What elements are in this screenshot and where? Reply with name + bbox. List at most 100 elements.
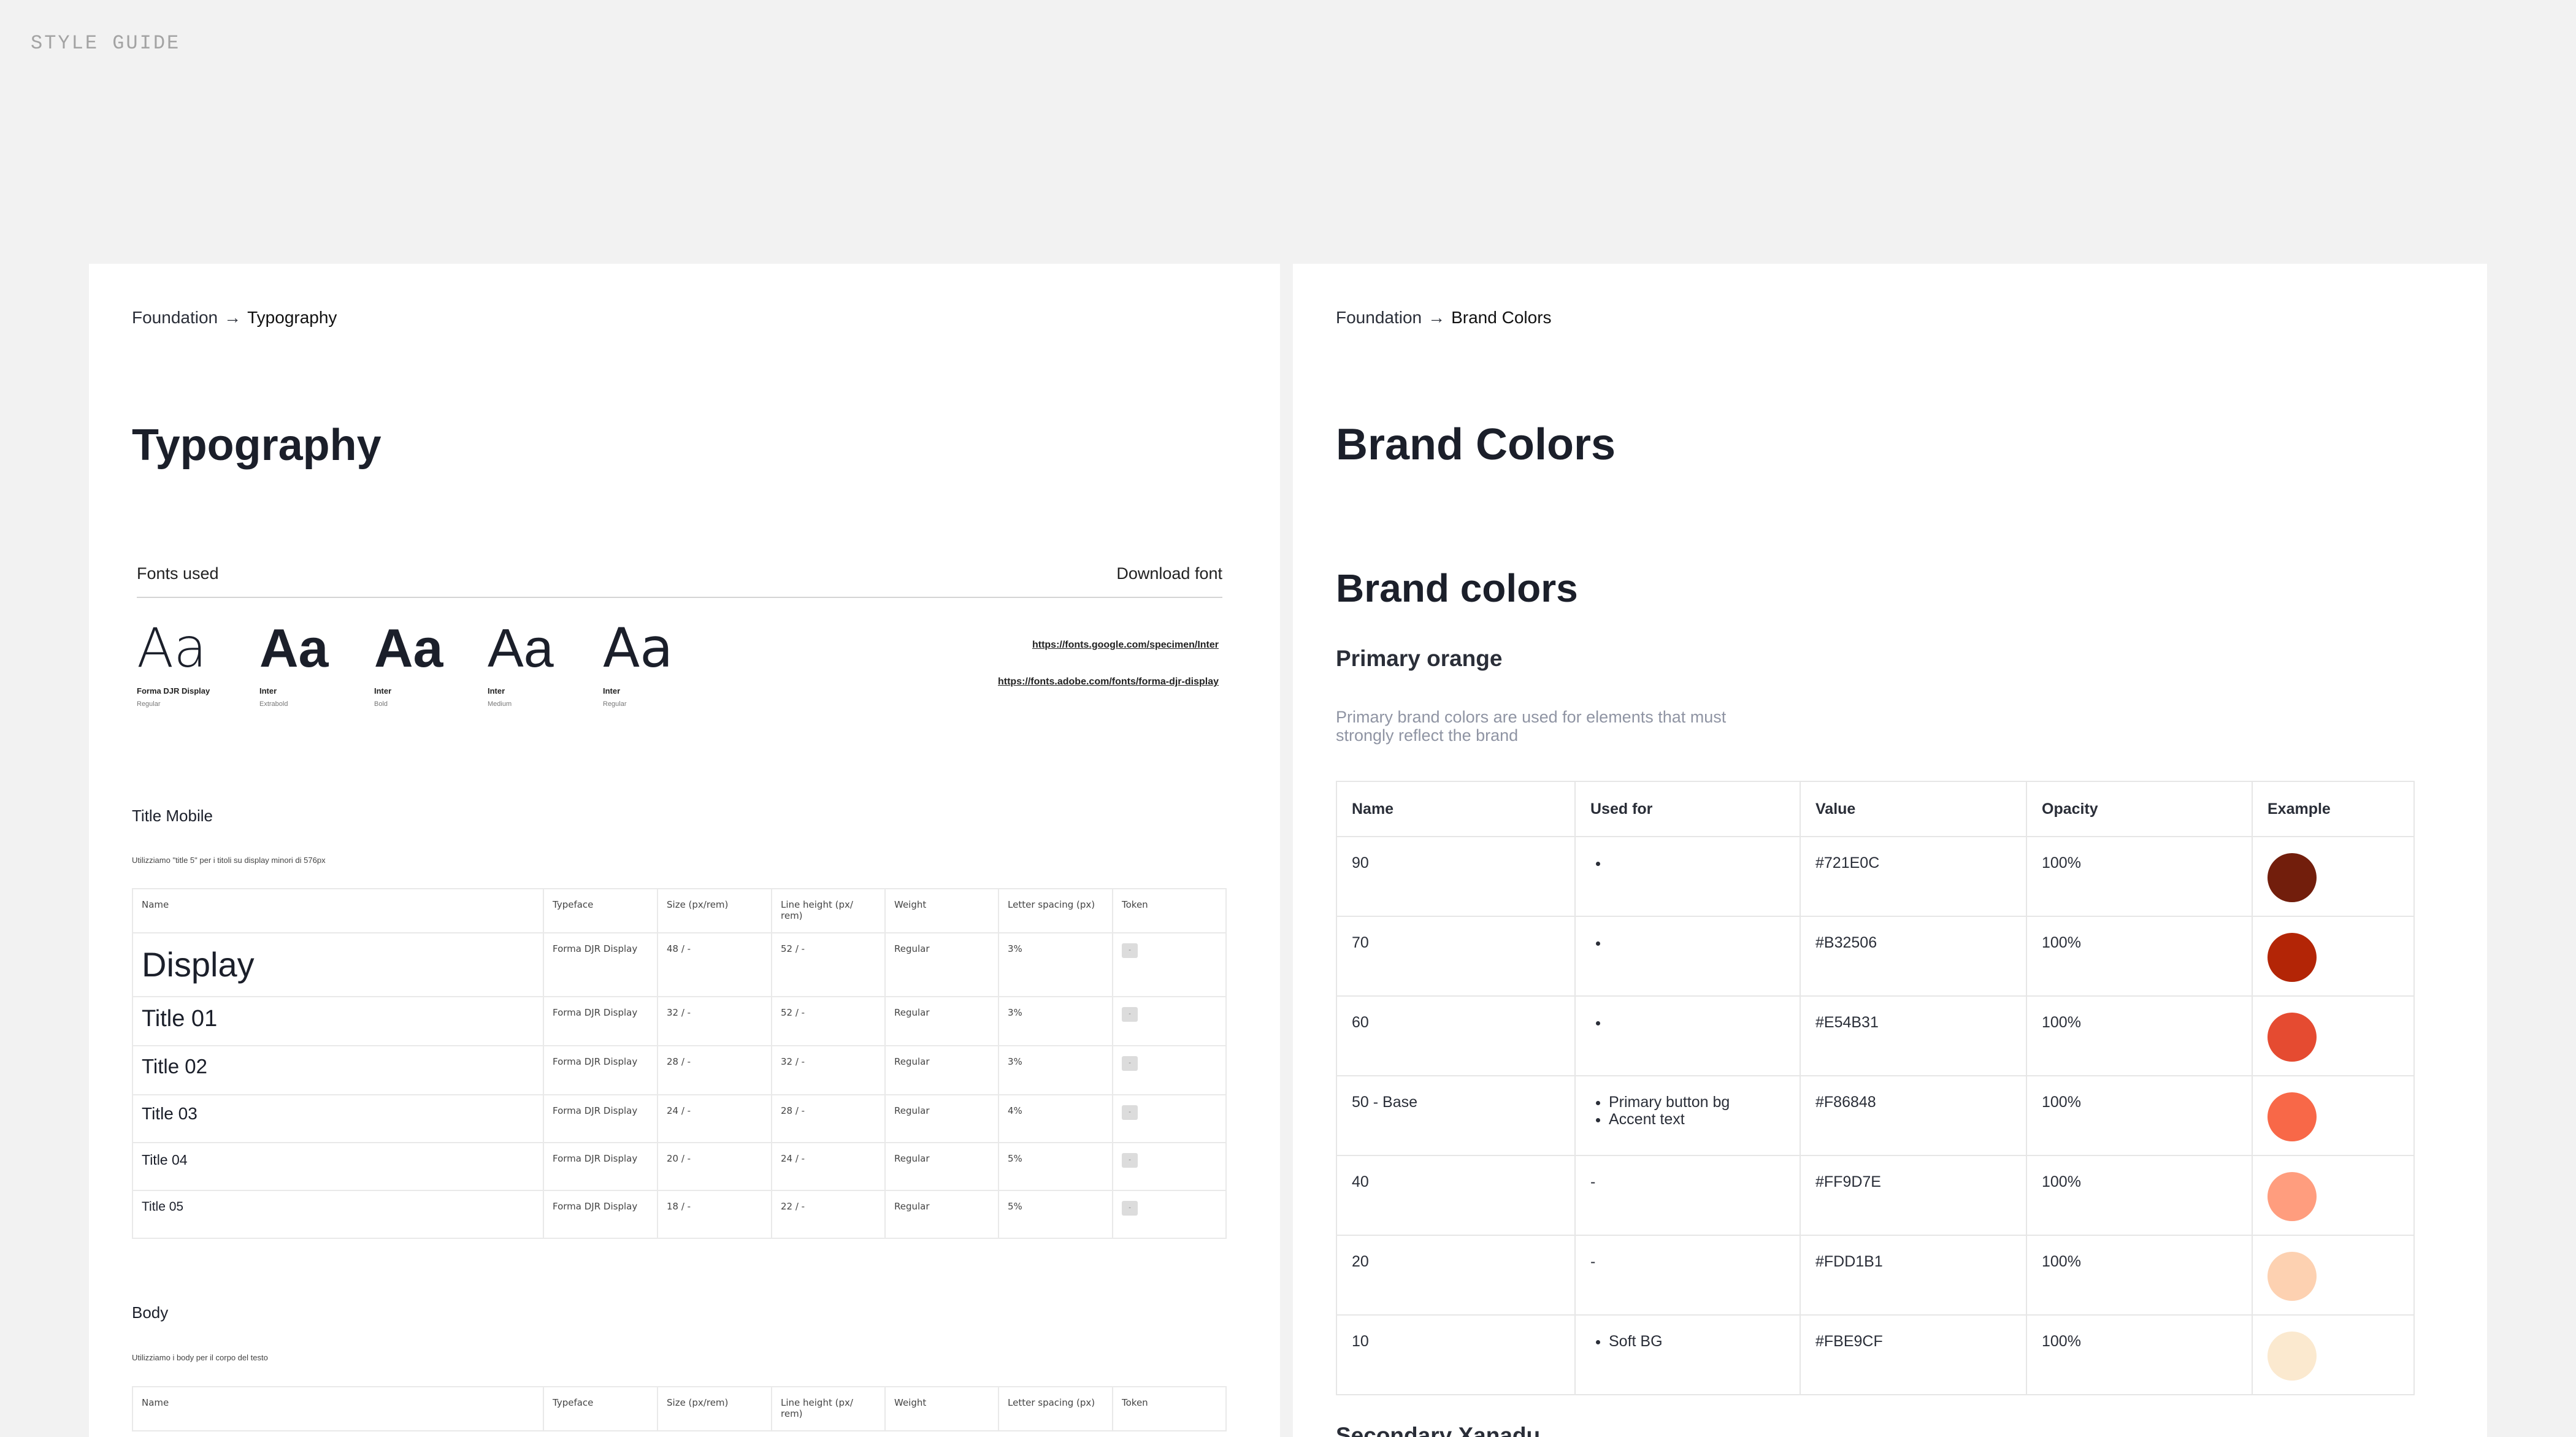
used-for-cell — [1574, 836, 1801, 917]
line-height-cell: 24 / - — [771, 1142, 886, 1191]
spacing-cell: 3% — [998, 1045, 1113, 1095]
title-mobile-table: Name Typeface Size (px/rem) Line height … — [132, 888, 1227, 1239]
type-name: Display — [132, 932, 544, 997]
specimen-weight: Extrabold — [259, 700, 288, 708]
arrow-right-icon: → — [224, 308, 242, 327]
weight-cell: Regular — [884, 996, 999, 1046]
line-height-cell: 52 / - — [771, 996, 886, 1046]
spacing-cell: 3% — [998, 996, 1113, 1046]
download-font-label: Download font — [1116, 564, 1222, 583]
color-swatch — [2267, 1092, 2317, 1141]
color-name: 50 - Base — [1336, 1075, 1576, 1156]
subsection-title: Primary orange — [1336, 646, 1503, 671]
specimen-font-name: Forma DJR Display — [137, 686, 210, 696]
table-row: 20 - #FDD1B1 100% — [1336, 1235, 2415, 1316]
color-swatch — [2267, 1013, 2317, 1062]
next-section-title: Secondary Xanadu — [1336, 1423, 1541, 1437]
breadcrumb-current: Brand Colors — [1451, 308, 1552, 327]
color-swatch — [2267, 933, 2317, 982]
breadcrumb-root[interactable]: Foundation — [1336, 308, 1422, 327]
example-cell — [2252, 1155, 2415, 1236]
type-name: Title 02 — [132, 1045, 544, 1095]
specimen-font-name: Inter — [603, 686, 621, 696]
table-row: Title 01 Forma DJR Display 32 / - 52 / -… — [132, 996, 1227, 1046]
typeface-cell: Forma DJR Display — [543, 996, 658, 1046]
example-cell — [2252, 995, 2415, 1076]
color-opacity: 100% — [2026, 916, 2253, 997]
token-chip[interactable]: - — [1122, 1153, 1138, 1168]
used-for-cell: Soft BG — [1574, 1314, 1801, 1395]
specimen-weight: Regular — [137, 700, 161, 708]
color-opacity: 100% — [2026, 836, 2253, 917]
typeface-cell: Forma DJR Display — [543, 1142, 658, 1191]
color-opacity: 100% — [2026, 1075, 2253, 1156]
breadcrumb: Foundation → Brand Colors — [1336, 308, 1552, 328]
used-for-item: Accent text — [1609, 1111, 1785, 1128]
typeface-cell: Forma DJR Display — [543, 1045, 658, 1095]
token-chip[interactable]: - — [1122, 943, 1138, 958]
color-name: 60 — [1336, 995, 1576, 1076]
used-for-item: Soft BG — [1609, 1333, 1785, 1350]
table-row: 50 - Base Primary button bgAccent text #… — [1336, 1075, 2415, 1156]
column-header: Letter spacing (px) — [998, 888, 1113, 933]
type-name: Title 04 — [132, 1142, 544, 1191]
column-header: Opacity — [2026, 781, 2253, 837]
size-cell: 28 / - — [657, 1045, 772, 1095]
color-opacity: 100% — [2026, 1155, 2253, 1236]
table-row: 70 #B32506 100% — [1336, 916, 2415, 997]
color-swatch — [2267, 853, 2317, 902]
color-name: 70 — [1336, 916, 1576, 997]
column-header: Name — [132, 1386, 544, 1431]
specimen-sample: Aa — [374, 618, 443, 678]
font-link-forma[interactable]: https://fonts.adobe.com/fonts/forma-djr-… — [998, 676, 1219, 688]
table-row: Title 04 Forma DJR Display 20 / - 24 / -… — [132, 1142, 1227, 1191]
token-cell: - — [1112, 1190, 1227, 1239]
section-title: Brand colors — [1336, 566, 1578, 610]
specimen-font-name: Inter — [259, 686, 277, 696]
used-for-cell: - — [1574, 1235, 1801, 1316]
token-cell: - — [1112, 996, 1227, 1046]
typeface-cell: Forma DJR Display — [543, 1094, 658, 1143]
fonts-used-label: Fonts used — [137, 564, 219, 583]
table-row: Title 02 Forma DJR Display 28 / - 32 / -… — [132, 1045, 1227, 1095]
breadcrumb-root[interactable]: Foundation — [132, 308, 218, 327]
token-chip[interactable]: - — [1122, 1056, 1138, 1071]
color-value: #721E0C — [1800, 836, 2027, 917]
spacing-cell: 4% — [998, 1094, 1113, 1143]
token-chip[interactable]: - — [1122, 1007, 1138, 1022]
used-for-item — [1609, 854, 1785, 872]
type-name: Title 01 — [132, 996, 544, 1046]
table-row: Title 03 Forma DJR Display 24 / - 28 / -… — [132, 1094, 1227, 1143]
spacing-cell: 3% — [998, 932, 1113, 997]
color-swatch — [2267, 1252, 2317, 1301]
used-for-cell: Primary button bgAccent text — [1574, 1075, 1801, 1156]
size-cell: 24 / - — [657, 1094, 772, 1143]
column-header: Typeface — [543, 888, 658, 933]
token-chip[interactable]: - — [1122, 1201, 1138, 1216]
line-height-cell: 52 / - — [771, 932, 886, 997]
specimen-font-name: Inter — [488, 686, 505, 696]
color-opacity: 100% — [2026, 1314, 2253, 1395]
table-header-row: Name Typeface Size (px/rem) Line height … — [132, 888, 1227, 933]
page-title: Brand Colors — [1336, 420, 1616, 469]
body-table: Name Typeface Size (px/rem) Line height … — [132, 1386, 1227, 1431]
used-for-cell — [1574, 916, 1801, 997]
section-description: Primary brand colors are used for elemen… — [1336, 708, 1727, 745]
weight-cell: Regular — [884, 1190, 999, 1239]
line-height-cell: 32 / - — [771, 1045, 886, 1095]
font-link-inter[interactable]: https://fonts.google.com/specimen/Inter — [1032, 640, 1219, 651]
weight-cell: Regular — [884, 932, 999, 997]
size-cell: 32 / - — [657, 996, 772, 1046]
token-cell: - — [1112, 932, 1227, 997]
size-cell: 48 / - — [657, 932, 772, 997]
used-for-item: Primary button bg — [1609, 1094, 1785, 1111]
color-opacity: 100% — [2026, 1235, 2253, 1316]
table-row: 90 #721E0C 100% — [1336, 836, 2415, 917]
arrow-right-icon: → — [1428, 308, 1446, 327]
column-header: Typeface — [543, 1386, 658, 1431]
token-cell: - — [1112, 1045, 1227, 1095]
line-height-cell: 28 / - — [771, 1094, 886, 1143]
table-header-row: Name Used for Value Opacity Example — [1336, 781, 2415, 837]
color-swatch — [2267, 1332, 2317, 1381]
token-chip[interactable]: - — [1122, 1105, 1138, 1120]
